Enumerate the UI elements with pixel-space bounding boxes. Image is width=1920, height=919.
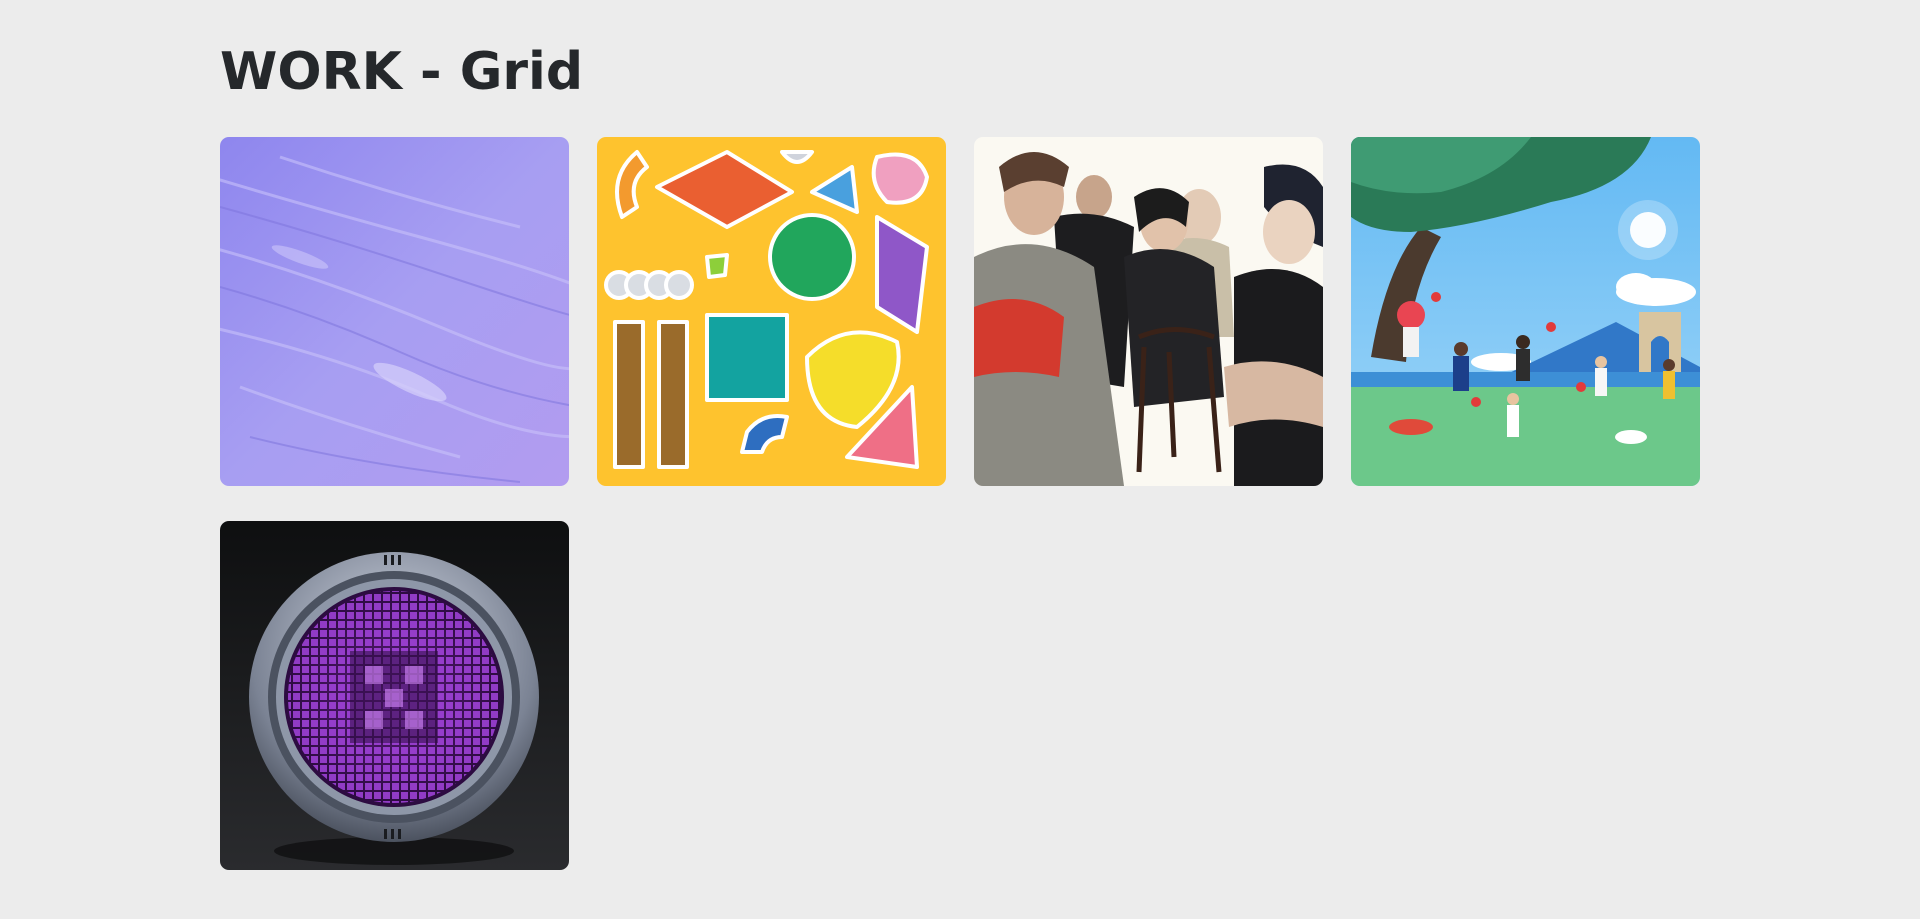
people-in-park-illustration-image	[1351, 137, 1700, 486]
grid-item-yellow-sticker-sheet[interactable]	[597, 137, 946, 486]
work-grid	[220, 137, 1700, 870]
watercolor-people-illustration-image	[974, 137, 1323, 486]
portfolio-page: WORK - Grid	[0, 0, 1920, 919]
purple-brushstroke-texture-image	[220, 137, 569, 486]
colorful-sticker-illustrations-image	[597, 137, 946, 486]
grid-item-purple-paint-texture[interactable]	[220, 137, 569, 486]
grid-item-watercolor-group-portrait[interactable]	[974, 137, 1323, 486]
grid-item-purple-pixel-dial[interactable]	[220, 521, 569, 870]
round-dial-app-icon-image	[220, 521, 569, 870]
page-title: WORK - Grid	[220, 42, 584, 102]
grid-item-park-tree-scene[interactable]	[1351, 137, 1700, 486]
